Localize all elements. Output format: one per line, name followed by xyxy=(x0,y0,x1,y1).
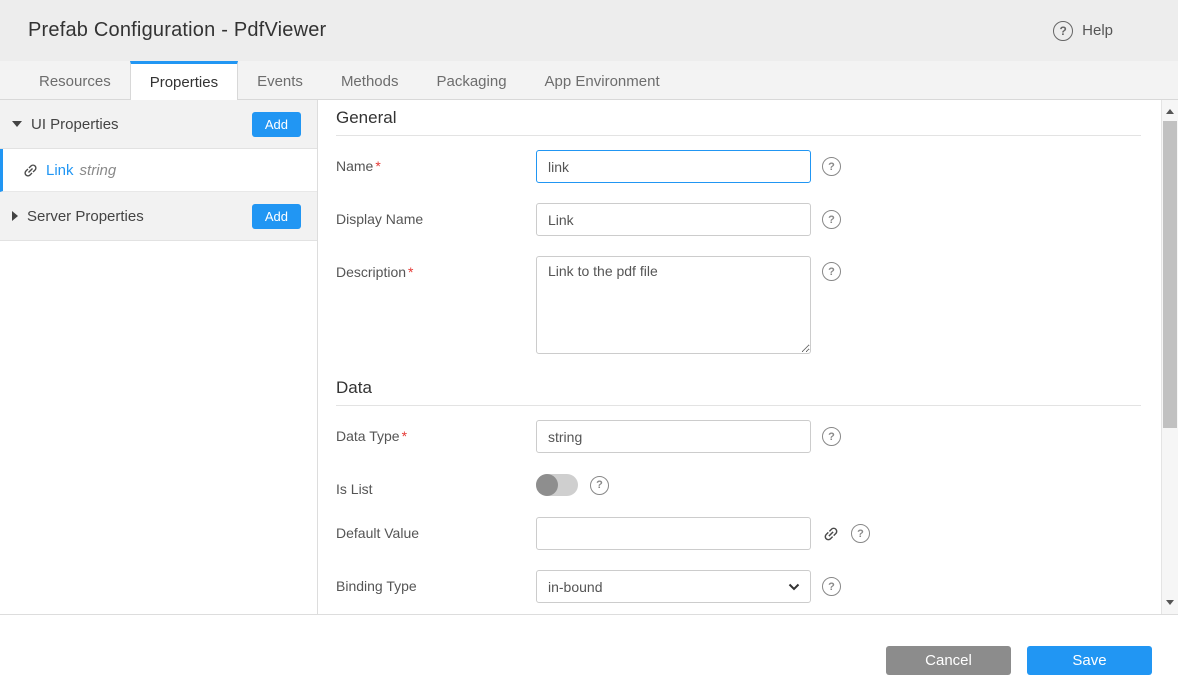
name-input[interactable] xyxy=(536,150,811,183)
tab-packaging[interactable]: Packaging xyxy=(417,61,525,99)
field-control: ? xyxy=(536,420,841,453)
vertical-scrollbar[interactable] xyxy=(1161,100,1178,614)
help-icon[interactable]: ? xyxy=(822,157,841,176)
tab-label: App Environment xyxy=(545,73,660,90)
tab-label: Resources xyxy=(39,73,111,90)
scroll-down-arrow-icon[interactable] xyxy=(1166,600,1174,605)
help-icon[interactable]: ? xyxy=(822,262,841,281)
property-form: General Name* ? Display Name ? Descripti… xyxy=(318,100,1161,614)
bind-variable-button[interactable] xyxy=(822,525,840,543)
sidebar-item-link[interactable]: Link string xyxy=(0,149,317,192)
field-control: ? xyxy=(536,203,841,236)
help-icon[interactable]: ? xyxy=(822,210,841,229)
form-row-description: Description* Link to the pdf file ? xyxy=(336,256,1141,354)
field-label: Is List xyxy=(336,473,536,497)
help-icon[interactable]: ? xyxy=(822,427,841,446)
form-row-data-type: Data Type* ? xyxy=(336,420,1141,453)
link-icon xyxy=(22,162,39,179)
tab-resources[interactable]: Resources xyxy=(20,61,130,99)
tab-app-environment[interactable]: App Environment xyxy=(526,61,679,99)
property-name: Link xyxy=(46,162,74,179)
display-name-input[interactable] xyxy=(536,203,811,236)
required-marker: * xyxy=(375,158,380,174)
field-label: Name* xyxy=(336,150,536,183)
label-text: Description xyxy=(336,264,406,280)
label-text: Default Value xyxy=(336,525,419,541)
dialog-body: UI Properties Add Link string Server Pro… xyxy=(0,100,1178,614)
section-title-general: General xyxy=(336,108,1141,136)
save-button[interactable]: Save xyxy=(1027,646,1152,675)
field-label: Display Name xyxy=(336,203,536,236)
scrollbar-thumb[interactable] xyxy=(1163,121,1177,428)
add-server-property-button[interactable]: Add xyxy=(252,204,301,229)
label-text: Binding Type xyxy=(336,578,417,594)
properties-sidebar: UI Properties Add Link string Server Pro… xyxy=(0,100,318,614)
field-label: Binding Type xyxy=(336,570,536,603)
binding-type-select[interactable]: in-bound xyxy=(536,570,811,603)
form-row-binding-type: Binding Type in-bound ? xyxy=(336,570,1141,603)
data-type-input[interactable] xyxy=(536,420,811,453)
dialog-footer: Cancel Save xyxy=(0,614,1178,696)
page-title: Prefab Configuration - PdfViewer xyxy=(28,19,326,42)
form-row-name: Name* ? xyxy=(336,150,1141,183)
description-textarea[interactable]: Link to the pdf file xyxy=(536,256,811,354)
tab-label: Methods xyxy=(341,73,399,90)
sidebar-group-server-properties[interactable]: Server Properties Add xyxy=(0,192,317,241)
field-control: ? xyxy=(536,473,609,497)
label-text: Data Type xyxy=(336,428,400,444)
cancel-button[interactable]: Cancel xyxy=(886,646,1011,675)
field-control: in-bound ? xyxy=(536,570,841,603)
dialog-header: Prefab Configuration - PdfViewer ? Help xyxy=(0,0,1178,61)
field-control: ? xyxy=(536,517,870,550)
prefab-configuration-dialog: Prefab Configuration - PdfViewer ? Help … xyxy=(0,0,1178,696)
form-row-display-name: Display Name ? xyxy=(336,203,1141,236)
toggle-knob xyxy=(536,474,558,496)
help-label: Help xyxy=(1082,22,1113,39)
tab-properties[interactable]: Properties xyxy=(130,61,238,100)
tab-bar: Resources Properties Events Methods Pack… xyxy=(0,61,1178,100)
form-row-is-list: Is List ? xyxy=(336,473,1141,497)
help-icon: ? xyxy=(1053,21,1073,41)
default-value-input[interactable] xyxy=(536,517,811,550)
tab-label: Properties xyxy=(150,74,218,91)
caret-right-icon xyxy=(12,211,18,221)
label-text: Name xyxy=(336,158,373,174)
is-list-toggle[interactable] xyxy=(536,474,578,496)
caret-down-icon xyxy=(12,121,22,127)
form-row-default-value: Default Value ? xyxy=(336,517,1141,550)
field-label: Description* xyxy=(336,256,536,354)
label-text: Is List xyxy=(336,481,373,497)
help-button[interactable]: ? Help xyxy=(1053,21,1113,41)
property-type: string xyxy=(80,162,117,179)
help-icon[interactable]: ? xyxy=(590,476,609,495)
add-ui-property-button[interactable]: Add xyxy=(252,112,301,137)
help-icon[interactable]: ? xyxy=(851,524,870,543)
field-label: Default Value xyxy=(336,517,536,550)
link-icon xyxy=(822,525,840,543)
tab-methods[interactable]: Methods xyxy=(322,61,418,99)
tab-label: Events xyxy=(257,73,303,90)
sidebar-group-ui-properties[interactable]: UI Properties Add xyxy=(0,100,317,149)
binding-type-select-wrap: in-bound xyxy=(536,570,811,603)
tab-events[interactable]: Events xyxy=(238,61,322,99)
group-label: Server Properties xyxy=(27,208,252,225)
field-label: Data Type* xyxy=(336,420,536,453)
field-control: Link to the pdf file ? xyxy=(536,256,841,354)
help-icon[interactable]: ? xyxy=(822,577,841,596)
required-marker: * xyxy=(408,264,413,280)
required-marker: * xyxy=(402,428,407,444)
scroll-up-arrow-icon[interactable] xyxy=(1166,109,1174,114)
label-text: Display Name xyxy=(336,211,423,227)
tab-label: Packaging xyxy=(436,73,506,90)
field-control: ? xyxy=(536,150,841,183)
section-title-data: Data xyxy=(336,378,1141,406)
group-label: UI Properties xyxy=(31,116,252,133)
